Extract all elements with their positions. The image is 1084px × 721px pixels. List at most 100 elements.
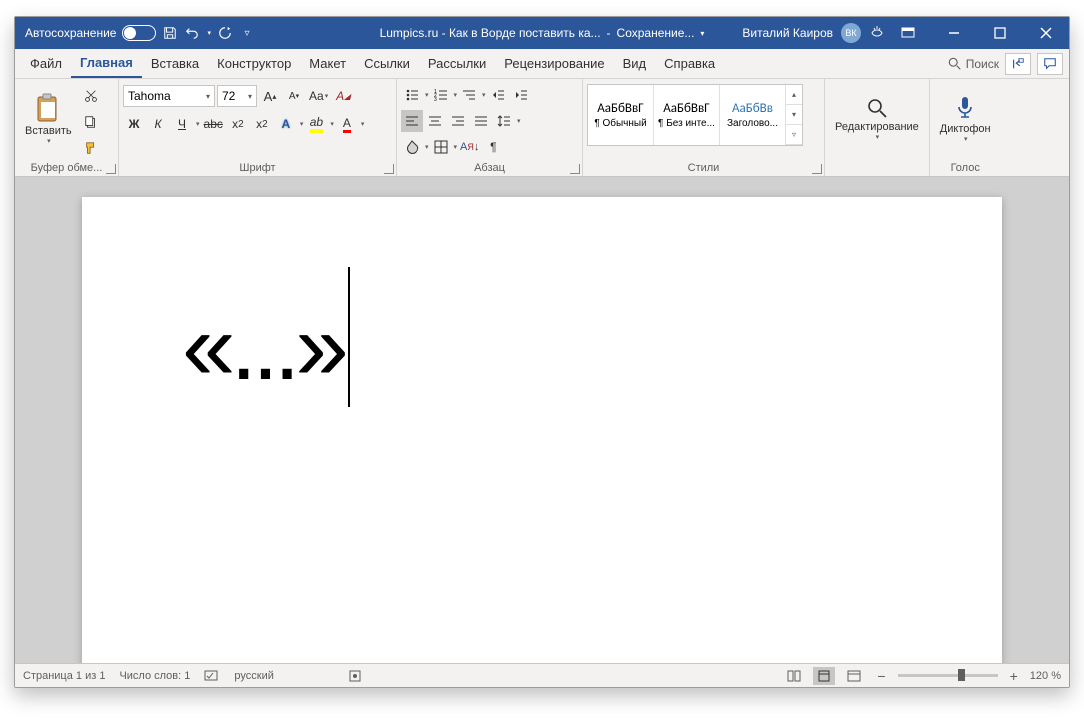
strike-button[interactable]: abc bbox=[202, 113, 225, 135]
font-dialog-launcher[interactable] bbox=[384, 164, 394, 174]
show-marks-button[interactable]: ¶ bbox=[482, 136, 504, 158]
tab-layout[interactable]: Макет bbox=[300, 49, 355, 78]
shading-button[interactable] bbox=[401, 136, 423, 158]
zoom-out-button[interactable]: − bbox=[873, 668, 889, 684]
paste-button[interactable]: Вставить ▾ bbox=[19, 81, 78, 157]
styles-gallery[interactable]: АаБбВвГ¶ Обычный АаБбВвГ¶ Без инте... Аа… bbox=[587, 84, 803, 146]
grow-font-button[interactable]: A▴ bbox=[259, 85, 281, 107]
page-count[interactable]: Страница 1 из 1 bbox=[23, 670, 105, 682]
autosave-toggle[interactable] bbox=[122, 25, 156, 41]
align-justify-button[interactable] bbox=[470, 110, 492, 132]
spelling-icon[interactable] bbox=[204, 669, 220, 683]
editing-label: Редактирование bbox=[835, 121, 919, 133]
underline-button[interactable]: Ч bbox=[171, 113, 193, 135]
shrink-font-button[interactable]: A▾ bbox=[283, 85, 305, 107]
tab-file[interactable]: Файл bbox=[21, 49, 71, 78]
sort-button[interactable]: AЯ↓ bbox=[458, 136, 481, 158]
paste-label: Вставить bbox=[25, 125, 72, 137]
clear-format-button[interactable]: A◢ bbox=[332, 85, 354, 107]
word-count[interactable]: Число слов: 1 bbox=[119, 670, 190, 682]
tab-references[interactable]: Ссылки bbox=[355, 49, 419, 78]
font-size-combo[interactable]: 72▾ bbox=[217, 85, 257, 107]
document-content[interactable]: «...» bbox=[182, 287, 902, 407]
web-layout-button[interactable] bbox=[843, 667, 865, 685]
style-heading1[interactable]: АаБбВвЗаголово... bbox=[720, 85, 786, 145]
statusbar: Страница 1 из 1 Число слов: 1 русский − … bbox=[15, 663, 1069, 687]
read-mode-button[interactable] bbox=[783, 667, 805, 685]
qat-customize-icon[interactable]: ▿ bbox=[239, 25, 255, 41]
text-effects-button[interactable]: A bbox=[275, 113, 297, 135]
align-right-button[interactable] bbox=[447, 110, 469, 132]
indent-increase-button[interactable] bbox=[510, 84, 532, 106]
bullets-button[interactable] bbox=[401, 84, 423, 106]
page[interactable]: «...» bbox=[82, 197, 1002, 663]
minimize-button[interactable] bbox=[931, 17, 977, 49]
multilevel-button[interactable] bbox=[458, 84, 480, 106]
document-title: Lumpics.ru - Как в Ворде поставить ка... bbox=[380, 26, 601, 40]
group-voice: Диктофон ▾ Голос bbox=[930, 79, 1001, 176]
tab-design[interactable]: Конструктор bbox=[208, 49, 300, 78]
language[interactable]: русский bbox=[234, 670, 273, 682]
voice-label: Голос bbox=[934, 160, 997, 176]
paragraph-dialog-launcher[interactable] bbox=[570, 164, 580, 174]
bold-button[interactable]: Ж bbox=[123, 113, 145, 135]
search-label: Поиск bbox=[966, 57, 999, 71]
zoom-in-button[interactable]: + bbox=[1006, 668, 1022, 684]
macro-icon[interactable] bbox=[348, 669, 362, 683]
zoom-slider[interactable] bbox=[898, 674, 998, 677]
search-box[interactable]: Поиск bbox=[948, 57, 999, 71]
editing-button[interactable]: Редактирование ▾ bbox=[829, 81, 925, 157]
tab-review[interactable]: Рецензирование bbox=[495, 49, 613, 78]
change-case-button[interactable]: Aa▾ bbox=[307, 85, 330, 107]
clipboard-dialog-launcher[interactable] bbox=[106, 164, 116, 174]
tab-view[interactable]: Вид bbox=[614, 49, 656, 78]
style-scroll-up[interactable]: ▴ bbox=[786, 85, 802, 105]
align-left-button[interactable] bbox=[401, 110, 423, 132]
avatar[interactable]: ВК bbox=[841, 23, 861, 43]
align-center-button[interactable] bbox=[424, 110, 446, 132]
save-icon[interactable] bbox=[162, 25, 178, 41]
coming-soon-icon[interactable] bbox=[869, 25, 885, 41]
dictate-button[interactable]: Диктофон ▾ bbox=[934, 81, 997, 157]
italic-button[interactable]: К bbox=[147, 113, 169, 135]
cut-button[interactable] bbox=[80, 85, 102, 107]
tab-mailings[interactable]: Рассылки bbox=[419, 49, 495, 78]
tab-insert[interactable]: Вставка bbox=[142, 49, 208, 78]
close-button[interactable] bbox=[1023, 17, 1069, 49]
copy-button[interactable] bbox=[80, 111, 102, 133]
text-cursor bbox=[348, 267, 350, 407]
zoom-level[interactable]: 120 % bbox=[1030, 670, 1061, 682]
font-name-combo[interactable]: Tahoma▾ bbox=[123, 85, 215, 107]
font-color-button[interactable]: A bbox=[336, 113, 358, 135]
format-painter-button[interactable] bbox=[80, 137, 102, 159]
tab-help[interactable]: Справка bbox=[655, 49, 724, 78]
style-normal[interactable]: АаБбВвГ¶ Обычный bbox=[588, 85, 654, 145]
numbering-button[interactable]: 123 bbox=[430, 84, 452, 106]
comments-button[interactable] bbox=[1037, 53, 1063, 75]
superscript-button[interactable]: x2 bbox=[251, 113, 273, 135]
borders-button[interactable] bbox=[430, 136, 452, 158]
style-expand[interactable]: ▿ bbox=[786, 125, 802, 145]
print-layout-button[interactable] bbox=[813, 667, 835, 685]
undo-dropdown[interactable]: ▾ bbox=[207, 29, 211, 37]
mic-icon bbox=[954, 95, 976, 121]
paragraph-label: Абзац bbox=[401, 160, 578, 176]
redo-icon[interactable] bbox=[217, 25, 233, 41]
title-dropdown-icon[interactable]: ▾ bbox=[700, 29, 704, 38]
ribbon-display-icon[interactable] bbox=[885, 17, 931, 49]
tab-home[interactable]: Главная bbox=[71, 49, 142, 78]
indent-decrease-button[interactable] bbox=[487, 84, 509, 106]
document-text: «...» bbox=[182, 292, 344, 402]
subscript-button[interactable]: x2 bbox=[227, 113, 249, 135]
style-no-spacing[interactable]: АаБбВвГ¶ Без инте... bbox=[654, 85, 720, 145]
user-name[interactable]: Виталий Каиров bbox=[742, 26, 833, 40]
styles-label: Стили bbox=[587, 160, 820, 176]
document-area[interactable]: «...» bbox=[15, 177, 1069, 663]
maximize-button[interactable] bbox=[977, 17, 1023, 49]
undo-icon[interactable] bbox=[184, 25, 200, 41]
share-button[interactable] bbox=[1005, 53, 1031, 75]
line-spacing-button[interactable] bbox=[493, 110, 515, 132]
highlight-button[interactable]: ab bbox=[305, 113, 327, 135]
style-scroll-down[interactable]: ▾ bbox=[786, 105, 802, 125]
styles-dialog-launcher[interactable] bbox=[812, 164, 822, 174]
